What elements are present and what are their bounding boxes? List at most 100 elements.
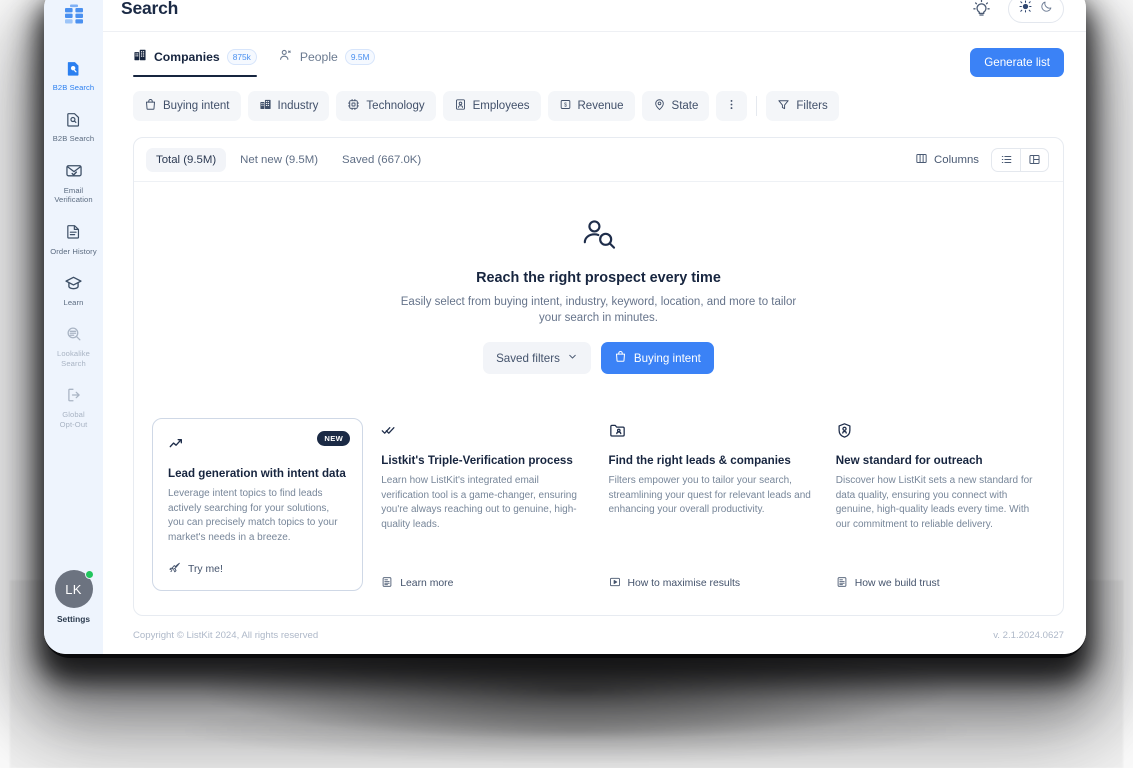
empty-state: Reach the right prospect every time Easi… [134, 182, 1063, 374]
promo-card-new-standard[interactable]: New standard for outreach Discover how L… [834, 418, 1045, 591]
chip-label: Revenue [577, 100, 624, 112]
chip-filters[interactable]: Filters [766, 91, 839, 121]
chip-industry[interactable]: Industry [247, 91, 330, 121]
moon-icon[interactable] [1040, 0, 1053, 18]
logout-icon [65, 385, 83, 405]
saved-filters-button[interactable]: Saved filters [483, 342, 591, 374]
sidebar-item-label: B2B Search [52, 83, 95, 92]
more-vertical-icon [725, 98, 738, 114]
sidebar-item-label-2: Search [61, 358, 86, 368]
chip-buying-intent[interactable]: Buying intent [133, 91, 241, 121]
chip-state[interactable]: State [641, 91, 710, 121]
sidebar-item-b2b-search[interactable]: B2B Search [44, 49, 103, 100]
version-text: v. 2.1.2024.0627 [993, 629, 1064, 641]
promo-card-title: Listkit's Triple-Verification process [381, 454, 573, 468]
tabs-row: Companies 875k People 9.5M Generate list [103, 32, 1086, 77]
sidebar-item-label: B2B Search [52, 134, 95, 144]
buying-intent-button[interactable]: Buying intent [600, 342, 714, 374]
chip-label: Industry [277, 100, 319, 112]
theme-toggle[interactable] [1008, 0, 1064, 23]
new-badge: NEW [317, 431, 351, 447]
sidebar-item-global-opt-out[interactable]: Global Opt-Out [44, 376, 103, 437]
copyright-text: Copyright © ListKit 2024, All rights res… [133, 629, 319, 641]
segment-total[interactable]: Total (9.5M) [146, 147, 227, 172]
chip-technology[interactable]: Technology [336, 91, 436, 121]
promo-card-lead-generation[interactable]: NEW Lead generation with intent data Lev… [152, 418, 364, 591]
promo-card-text: Leverage intent topics to find leads act… [168, 488, 338, 543]
folder-user-icon [609, 420, 814, 440]
sidebar: B2B Search B2B Search Email Verification… [44, 0, 103, 654]
segment-net-new[interactable]: Net new (9.5M) [230, 148, 328, 172]
building-grid-icon [259, 98, 272, 114]
rocket-icon [168, 561, 181, 577]
tab-people-count: 9.5M [344, 48, 376, 65]
results-panel-wrapper: Total (9.5M) Net new (9.5M) Saved (667.0… [103, 121, 1086, 616]
bag-icon [614, 350, 627, 366]
sun-icon[interactable] [1019, 0, 1032, 18]
funnel-icon [777, 98, 790, 114]
shield-check-icon [836, 420, 1041, 440]
sidebar-item-label: Learn [63, 298, 84, 308]
sidebar-profile[interactable]: LK Settings [44, 570, 103, 624]
chip-employees[interactable]: Employees [442, 91, 541, 121]
chip-icon [347, 98, 360, 114]
people-icon [279, 48, 293, 65]
buying-intent-label: Buying intent [633, 351, 701, 365]
chip-revenue[interactable]: $ Revenue [547, 91, 635, 121]
segment-saved[interactable]: Saved (667.0K) [332, 148, 431, 172]
topbar: Search [103, 0, 1086, 32]
sidebar-item-settings-label: Settings [56, 614, 91, 624]
chip-label: State [671, 100, 699, 112]
columns-label: Columns [934, 153, 979, 166]
tab-list: Companies 875k People 9.5M [133, 48, 376, 77]
panel-header-actions: Columns [915, 147, 1049, 172]
panel-header: Total (9.5M) Net new (9.5M) Saved (667.0… [134, 138, 1063, 182]
list-view-icon[interactable] [992, 149, 1020, 171]
sidebar-item-label: Email [63, 185, 84, 195]
empty-state-actions: Saved filters Buying intent [134, 342, 1063, 374]
tab-companies[interactable]: Companies 875k [133, 48, 257, 77]
svg-text:$: $ [563, 103, 566, 109]
chip-more-options[interactable] [716, 91, 748, 121]
promo-card-title: New standard for outreach [835, 454, 983, 468]
split-view-icon[interactable] [1020, 148, 1048, 171]
promo-card-text: Discover how ListKit sets a new standard… [835, 475, 1033, 530]
promo-card-title: Find the right leads & companies [608, 454, 791, 468]
sidebar-item-lookalike-search[interactable]: Lookalike Search [44, 315, 103, 376]
promo-card-link-label: How we build trust [854, 578, 940, 589]
avatar-initials: LK [65, 581, 82, 597]
screenshot-root: B2B Search B2B Search Email Verification… [0, 0, 1133, 768]
sidebar-item-order-history[interactable]: Order History [44, 213, 103, 264]
listkit-logo-icon[interactable] [62, 2, 86, 31]
promo-card-link-build-trust[interactable]: How we build trust [836, 560, 1041, 591]
promo-card-link-label: Learn more [400, 578, 454, 589]
bag-icon [144, 98, 157, 114]
sidebar-item-label: Lookalike [57, 349, 90, 359]
promo-cards: NEW Lead generation with intent data Lev… [134, 418, 1063, 615]
status-online-dot [84, 570, 94, 579]
promo-card-link-try-me[interactable]: Try me! [168, 545, 347, 577]
chip-label: Buying intent [163, 100, 230, 112]
document-icon [65, 222, 82, 242]
sidebar-item-label-2: Verification [54, 195, 93, 205]
badge-person-icon [454, 98, 467, 114]
sidebar-item-b2b-search-2[interactable]: B2B Search [44, 100, 103, 151]
sidebar-item-learn[interactable]: Learn [44, 264, 103, 315]
sidebar-item-email-verification[interactable]: Email Verification [44, 152, 103, 213]
promo-card-link-learn-more[interactable]: Learn more [381, 560, 586, 591]
promo-card-link-maximise-results[interactable]: How to maximise results [609, 560, 814, 591]
tab-people[interactable]: People 9.5M [279, 48, 376, 76]
document-search-icon [65, 109, 82, 129]
promo-card-find-leads[interactable]: Find the right leads & companies Filters… [607, 418, 818, 591]
columns-button[interactable]: Columns [915, 152, 979, 168]
article-icon [381, 576, 393, 591]
saved-filters-label: Saved filters [496, 351, 560, 365]
lightbulb-icon[interactable] [968, 0, 994, 22]
promo-card-triple-verification[interactable]: Listkit's Triple-Verification process Le… [379, 418, 590, 591]
filter-chips: Buying intent Industry Technology Employ… [103, 77, 1086, 121]
topbar-actions [968, 0, 1064, 23]
generate-list-button[interactable]: Generate list [970, 48, 1064, 77]
avatar[interactable]: LK [54, 570, 94, 608]
sidebar-item-label: Order History [50, 246, 97, 256]
results-panel: Total (9.5M) Net new (9.5M) Saved (667.0… [133, 137, 1064, 616]
